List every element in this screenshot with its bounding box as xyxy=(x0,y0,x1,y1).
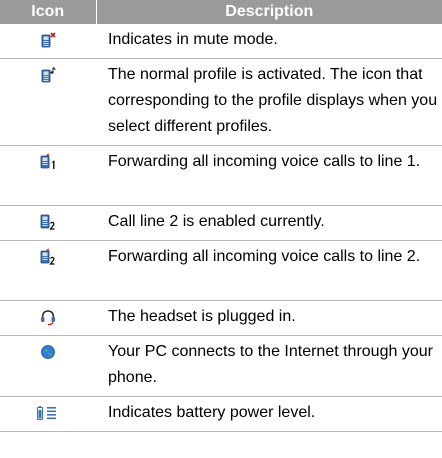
internet-globe-icon xyxy=(41,345,55,359)
row-description: Indicates battery power level. xyxy=(96,396,442,432)
header-icon: Icon xyxy=(0,0,97,24)
mute-mode-icon xyxy=(41,32,56,48)
table-row: Call line 2 is enabled currently. xyxy=(0,205,442,241)
table-row: Your PC connects to the Internet through… xyxy=(0,335,442,397)
table-row: Forwarding all incoming voice calls to l… xyxy=(0,145,442,206)
table-row: Forwarding all incoming voice calls to l… xyxy=(0,240,442,301)
header-row: Icon Description xyxy=(0,0,442,24)
icons-table: Icon Description Indicates in mute mode. xyxy=(0,0,442,432)
row-description: The headset is plugged in. xyxy=(96,300,442,336)
row-description: The normal profile is activated. The ico… xyxy=(96,58,442,146)
table-row: Indicates battery power level. xyxy=(0,396,442,432)
row-description: Your PC connects to the Internet through… xyxy=(96,335,442,397)
row-description: Forwarding all incoming voice calls to l… xyxy=(96,240,442,301)
forward-line1-icon xyxy=(40,153,55,169)
battery-level-icon xyxy=(37,406,56,420)
call-line2-icon xyxy=(40,214,55,230)
header-description: Description xyxy=(96,0,442,24)
forward-line2-icon xyxy=(40,248,55,265)
table-row: Indicates in mute mode. xyxy=(0,24,442,59)
row-description: Forwarding all incoming voice calls to l… xyxy=(96,145,442,206)
headset-icon xyxy=(41,310,55,326)
row-description: Call line 2 is enabled currently. xyxy=(96,205,442,241)
normal-profile-icon xyxy=(41,67,56,83)
table-row: The headset is plugged in. xyxy=(0,300,442,336)
row-description: Indicates in mute mode. xyxy=(96,24,442,59)
table-row: The normal profile is activated. The ico… xyxy=(0,58,442,146)
